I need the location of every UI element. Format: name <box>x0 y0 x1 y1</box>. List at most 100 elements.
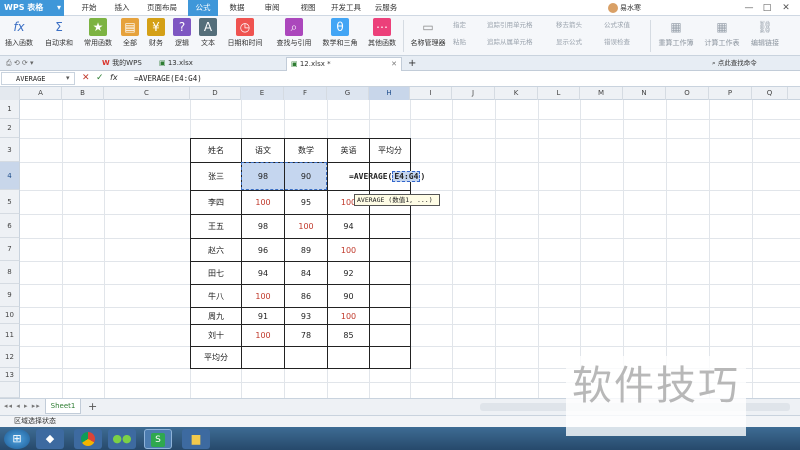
score-cell[interactable]: 94 <box>327 214 370 239</box>
column-header[interactable]: N <box>623 87 666 100</box>
file-explorer-icon[interactable]: ▆ <box>182 429 210 449</box>
trace-precedents-button[interactable]: 追踪引用单元格 <box>487 20 553 31</box>
row-header[interactable]: 5 <box>0 190 20 214</box>
column-header[interactable]: Q <box>752 87 788 100</box>
confirm-icon[interactable]: ✓ <box>96 73 104 83</box>
column-header[interactable]: J <box>452 87 495 100</box>
row-header[interactable]: 10 <box>0 307 20 324</box>
score-cell[interactable]: 92 <box>327 261 370 285</box>
row-header[interactable]: 9 <box>0 284 20 307</box>
quick-access-toolbar[interactable]: ⎙ ⟲ ⟳ ▾ <box>2 57 92 71</box>
average-cell[interactable] <box>369 284 411 308</box>
name-cell[interactable]: 牛八 <box>190 284 242 308</box>
datetime-button[interactable]: ◷ 日期和时间 <box>223 18 267 54</box>
score-cell[interactable] <box>241 346 285 369</box>
trace-dependents-button[interactable]: 追踪从属单元格 <box>487 37 553 48</box>
start-orb-icon[interactable]: ⊞ <box>4 429 30 449</box>
fx-icon[interactable]: fx <box>110 73 118 82</box>
lookup-reference-button[interactable]: ⌕ 查找与引用 <box>271 18 317 54</box>
header-cell[interactable]: 数学 <box>284 138 328 163</box>
score-cell[interactable]: 84 <box>284 261 328 285</box>
tab-my-wps[interactable]: W 我的WPS <box>98 57 150 71</box>
row-header[interactable]: 1 <box>0 100 20 119</box>
menu-review[interactable]: 审阅 <box>261 0 283 16</box>
user-account[interactable]: 易水寒 <box>608 1 670 15</box>
select-all-corner[interactable] <box>0 87 20 100</box>
score-cell[interactable] <box>284 346 328 369</box>
column-header[interactable]: F <box>284 87 327 100</box>
score-cell[interactable]: 94 <box>241 261 285 285</box>
tab-12-xlsx[interactable]: ▣ 12.xlsx * ✕ <box>286 57 402 71</box>
recalc-workbook-button[interactable]: ▦ 重算工作簿 <box>654 18 698 54</box>
menu-insert[interactable]: 插入 <box>111 0 133 16</box>
score-cell[interactable]: 89 <box>284 238 328 262</box>
name-cell[interactable]: 李四 <box>190 190 242 215</box>
column-header[interactable]: H <box>369 87 410 100</box>
header-cell[interactable]: 姓名 <box>190 138 242 163</box>
remove-arrows-button[interactable]: 移去箭头 <box>556 20 600 31</box>
autosum-button[interactable]: Σ 自动求和 <box>40 18 78 54</box>
name-cell[interactable]: 田七 <box>190 261 242 285</box>
average-cell[interactable] <box>369 238 411 262</box>
score-cell[interactable] <box>327 346 370 369</box>
column-header[interactable]: E <box>241 87 284 100</box>
header-cell[interactable]: 语文 <box>241 138 285 163</box>
score-cell[interactable]: 93 <box>284 307 328 325</box>
score-cell[interactable]: 100 <box>241 324 285 347</box>
row-header[interactable]: 12 <box>0 346 20 368</box>
name-manager-button[interactable]: ▭ 名称管理器 <box>408 18 448 54</box>
column-header[interactable]: G <box>327 87 369 100</box>
finance-button[interactable]: ¥ 财务 <box>145 18 167 54</box>
column-header[interactable]: C <box>104 87 190 100</box>
score-cell[interactable]: 95 <box>284 190 328 215</box>
text-button[interactable]: A 文本 <box>197 18 219 54</box>
chrome-icon[interactable] <box>74 429 102 449</box>
other-functions-button[interactable]: ⋯ 其他函数 <box>364 18 400 54</box>
wechat-icon[interactable]: ●● <box>108 429 136 449</box>
name-cell[interactable]: 刘十 <box>190 324 242 347</box>
command-search[interactable]: ⌕ 点此查找命令 <box>708 57 798 71</box>
score-cell[interactable]: 100 <box>241 284 285 308</box>
score-cell[interactable]: 90 <box>327 284 370 308</box>
name-cell[interactable]: 张三 <box>190 162 242 191</box>
menu-home[interactable]: 开始 <box>78 0 100 16</box>
close-tab-icon[interactable]: ✕ <box>391 58 397 71</box>
column-header[interactable]: K <box>495 87 538 100</box>
row-header[interactable]: 13 <box>0 368 20 382</box>
cancel-icon[interactable]: ✕ <box>82 73 90 83</box>
average-cell[interactable] <box>369 261 411 285</box>
header-cell[interactable]: 英语 <box>327 138 370 163</box>
sheet-nav-arrows-icon[interactable]: ◂◂ ◂ ▸ ▸▸ <box>4 402 41 410</box>
column-header[interactable]: L <box>538 87 580 100</box>
common-functions-button[interactable]: ★ 常用函数 <box>80 18 116 54</box>
formula-evaluate-button[interactable]: 公式求值 <box>604 20 648 31</box>
menu-page-layout[interactable]: 页面布局 <box>146 0 178 16</box>
name-cell[interactable]: 平均分 <box>190 346 242 369</box>
in-cell-formula-editor[interactable]: =AVERAGE(E4:G4) <box>349 170 444 183</box>
score-cell[interactable]: 96 <box>241 238 285 262</box>
average-cell[interactable] <box>369 214 411 239</box>
paste-name-button[interactable]: 粘贴 <box>453 37 483 48</box>
average-cell[interactable] <box>369 346 411 369</box>
menu-data[interactable]: 数据 <box>226 0 248 16</box>
app-launcher-icon[interactable]: ◆ <box>36 429 64 449</box>
average-cell[interactable] <box>369 324 411 347</box>
column-header[interactable]: P <box>709 87 752 100</box>
row-header[interactable]: 7 <box>0 238 20 261</box>
insert-function-button[interactable]: fx 插入函数 <box>2 18 36 54</box>
column-header[interactable]: A <box>20 87 62 100</box>
menu-view[interactable]: 视图 <box>297 0 319 16</box>
wps-spreadsheet-taskbar-icon[interactable]: S <box>144 429 172 449</box>
all-functions-button[interactable]: ▤ 全部 <box>119 18 141 54</box>
column-header[interactable]: D <box>190 87 241 100</box>
wps-app-menu-button[interactable]: WPS 表格 ▾ <box>0 0 64 16</box>
edit-links-button[interactable]: ⛓ 编辑链接 <box>748 18 782 54</box>
average-cell[interactable] <box>369 307 411 325</box>
score-cell[interactable]: 98 <box>241 214 285 239</box>
menu-formulas[interactable]: 公式 <box>188 0 218 16</box>
column-header[interactable]: B <box>62 87 104 100</box>
maximize-icon[interactable]: □ <box>760 2 774 14</box>
minimize-icon[interactable]: — <box>742 2 756 14</box>
sheet-tab-sheet1[interactable]: Sheet1 <box>45 399 81 414</box>
row-header[interactable]: 6 <box>0 214 20 238</box>
